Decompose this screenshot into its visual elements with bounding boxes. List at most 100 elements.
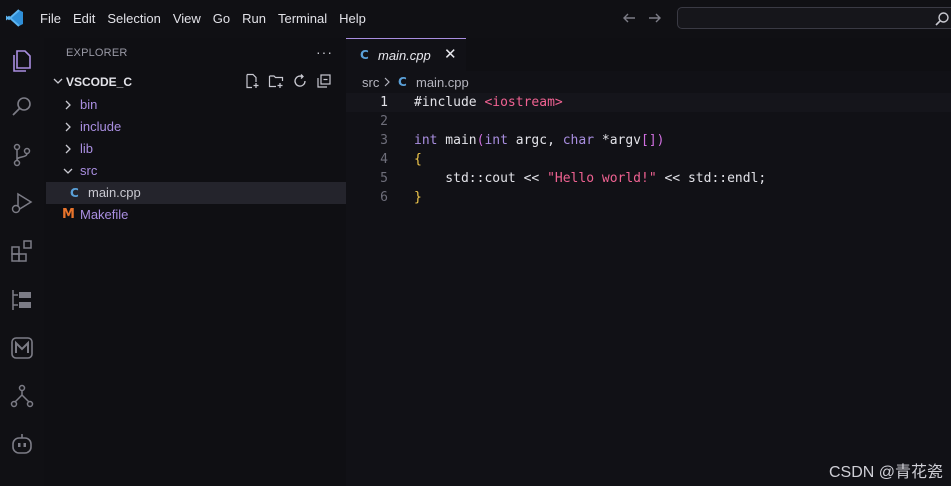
workspace-folder-header[interactable]: VSCODE_C: [44, 72, 346, 92]
tree-item-label: Makefile: [80, 207, 129, 222]
explorer-title: EXPLORER: [66, 47, 128, 59]
code-token: "Hello world!": [547, 171, 657, 186]
tree-item-makefile[interactable]: M Makefile: [44, 204, 346, 226]
menu-bar: File Edit Selection View Go Run Terminal…: [34, 0, 372, 38]
forward-arrow-icon[interactable]: [647, 10, 663, 26]
code-token: int: [484, 133, 508, 148]
cpp-file-icon: C: [360, 48, 369, 62]
tree-item-lib[interactable]: lib: [44, 138, 346, 160]
close-icon[interactable]: ✕: [444, 45, 457, 63]
code-token: ::: [711, 171, 728, 186]
git-graph-icon[interactable]: [8, 382, 36, 410]
source-control-icon[interactable]: [8, 141, 36, 169]
code-editor[interactable]: 1 #include <iostream> 2 3 int main(int argc,…: [346, 93, 951, 207]
code-token: ::: [468, 171, 485, 186]
explorer-sidebar: EXPLORER ··· VSCODE_C bin include lib sr…: [44, 38, 346, 486]
explorer-icon[interactable]: [8, 46, 36, 74]
code-token: <<: [515, 171, 548, 186]
cmake-icon[interactable]: [8, 334, 36, 362]
line-content: }: [414, 188, 422, 207]
more-actions-icon[interactable]: ···: [316, 44, 333, 60]
chevron-right-icon: [384, 77, 390, 87]
line-content: #include <iostream>: [414, 93, 563, 112]
code-token: {: [414, 152, 422, 167]
tree-item-main-cpp[interactable]: C main.cpp: [46, 182, 346, 204]
code-token: std: [687, 171, 712, 186]
line-content: std::cout << "Hello world!" << std::endl…: [414, 169, 766, 188]
tab-label: main.cpp: [378, 48, 431, 63]
cpp-file-icon: C: [70, 186, 79, 200]
menu-terminal[interactable]: Terminal: [272, 0, 333, 38]
code-token: }: [414, 190, 422, 205]
menu-help[interactable]: Help: [333, 0, 372, 38]
code-token: <iostream>: [484, 95, 563, 110]
code-line[interactable]: 6}: [346, 188, 951, 207]
code-line[interactable]: 5 std::cout << "Hello world!" << std::en…: [346, 169, 951, 188]
line-number: 4: [380, 152, 388, 167]
code-token: ,: [547, 133, 563, 148]
remote-explorer-icon[interactable]: [8, 286, 36, 314]
tree-item-label: src: [80, 163, 98, 178]
menu-run[interactable]: Run: [236, 0, 272, 38]
tree-item-include[interactable]: include: [44, 116, 346, 138]
workspace-folder-name: VSCODE_C: [66, 75, 133, 89]
menu-file[interactable]: File: [34, 0, 67, 38]
tree-item-label: bin: [80, 97, 98, 112]
search-icon[interactable]: [8, 93, 36, 121]
code-token: #include: [414, 95, 485, 110]
tree-item-src[interactable]: src: [44, 160, 346, 182]
code-token: ]: [648, 133, 657, 148]
activity-bar: [0, 38, 44, 486]
line-number: 5: [380, 171, 388, 186]
breadcrumb-main-cpp[interactable]: main.cpp: [416, 75, 469, 90]
tree-item-label: include: [80, 119, 122, 134]
code-line[interactable]: 3 int main(int argc, char *argv[]): [346, 131, 951, 150]
code-token: <<: [656, 171, 688, 186]
run-debug-icon[interactable]: [8, 189, 36, 217]
code-token: int: [414, 133, 438, 148]
code-token: cout: [484, 171, 516, 186]
makefile-icon: M: [62, 207, 75, 222]
extensions-icon[interactable]: [8, 237, 36, 265]
code-line[interactable]: 4{: [346, 150, 951, 169]
refresh-icon[interactable]: [292, 73, 308, 89]
code-line[interactable]: 1 #include <iostream>: [346, 93, 951, 112]
code-token: std: [414, 171, 469, 186]
chevron-right-icon: [65, 122, 71, 132]
menu-selection[interactable]: Selection: [101, 0, 166, 38]
line-number: 6: [380, 190, 388, 205]
line-number: 1: [380, 95, 388, 110]
line-content: int main(int argc, char *argv[]): [414, 131, 665, 150]
title-bar: File Edit Selection View Go Run Terminal…: [0, 0, 951, 38]
vscode-logo-icon: [6, 9, 23, 27]
tree-item-label: lib: [80, 141, 94, 156]
menu-go[interactable]: Go: [207, 0, 236, 38]
code-token: argc: [507, 133, 548, 148]
line-content: {: [414, 150, 422, 169]
code-token: ): [656, 133, 665, 148]
chevron-right-icon: [65, 100, 71, 110]
breadcrumb-src[interactable]: src: [362, 75, 379, 90]
back-arrow-icon[interactable]: [621, 10, 637, 26]
code-line[interactable]: 2: [346, 112, 951, 131]
command-center-search[interactable]: [677, 7, 951, 29]
cpp-file-icon: C: [398, 75, 407, 89]
tab-main-cpp[interactable]: C main.cpp ✕: [346, 38, 466, 71]
new-file-icon[interactable]: [244, 73, 260, 89]
editor-area: C main.cpp ✕ src C main.cpp 1 #include <i…: [346, 38, 951, 486]
new-folder-icon[interactable]: [268, 73, 284, 89]
copilot-icon[interactable]: [8, 430, 36, 458]
code-token: ;: [758, 171, 767, 186]
code-token: char: [562, 133, 595, 148]
code-token: *argv: [594, 133, 642, 148]
collapse-all-icon[interactable]: [316, 73, 332, 89]
menu-edit[interactable]: Edit: [67, 0, 101, 38]
watermark: CSDN @青花瓷: [828, 464, 943, 481]
tree-item-label: main.cpp: [88, 185, 141, 200]
menu-view[interactable]: View: [167, 0, 207, 38]
code-token: main: [437, 133, 477, 148]
chevron-down-icon: [53, 78, 63, 84]
code-token: endl: [727, 171, 759, 186]
tree-item-bin[interactable]: bin: [44, 94, 346, 116]
search-icon: [935, 12, 949, 26]
